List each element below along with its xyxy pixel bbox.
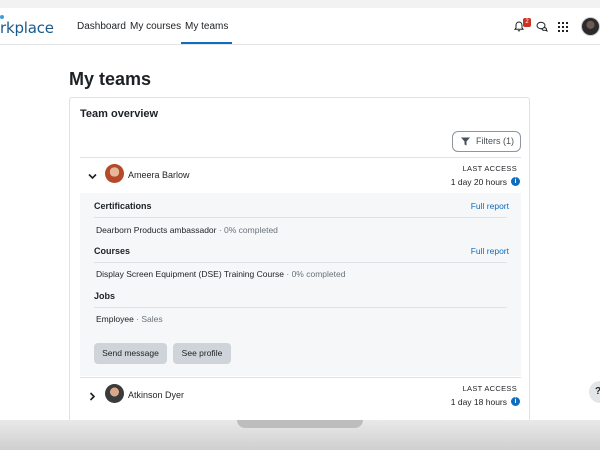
page-title: My teams: [69, 69, 152, 89]
courses-full-report-link[interactable]: Full report: [471, 246, 509, 256]
nav-my-teams[interactable]: My teams: [181, 8, 233, 44]
member-avatar: [105, 384, 124, 403]
divider: [94, 217, 507, 218]
notification-badge: 2: [523, 18, 531, 27]
top-strip: [0, 0, 600, 8]
certifications-full-report-link[interactable]: Full report: [471, 201, 509, 211]
send-message-button[interactable]: Send message: [94, 343, 167, 364]
certification-name: Dearborn Products ambassador: [96, 225, 217, 235]
laptop-notch: [237, 420, 363, 428]
member-avatar: [105, 164, 124, 183]
team-overview-card: Team overview Filters (1) Ameera Barlow …: [69, 97, 530, 420]
team-member-row[interactable]: Ameera Barlow LAST ACCESS 1 day 20 hours…: [80, 157, 521, 193]
info-icon[interactable]: i: [511, 177, 520, 186]
job-org: · Sales: [133, 314, 163, 324]
chat-icon[interactable]: [536, 21, 548, 32]
certifications-title: Certifications: [94, 201, 152, 211]
course-name: Display Screen Equipment (DSE) Training …: [96, 269, 285, 279]
site-logo[interactable]: rkplace: [0, 19, 54, 37]
chevron-right-icon[interactable]: [88, 392, 97, 401]
jobs-title: Jobs: [94, 291, 116, 301]
member-detail-panel: Certifications Full report Dearborn Prod…: [80, 193, 521, 376]
help-button[interactable]: ?: [589, 381, 600, 403]
last-access-label: LAST ACCESS: [462, 384, 517, 393]
navbar: rkplace Dashboard My courses My teams 2: [0, 8, 600, 45]
last-access-label: LAST ACCESS: [462, 164, 517, 173]
member-name[interactable]: Atkinson Dyer: [128, 390, 184, 400]
card-title: Team overview: [80, 108, 159, 120]
member-name[interactable]: Ameera Barlow: [128, 170, 190, 180]
screen: rkplace Dashboard My courses My teams 2 …: [0, 0, 600, 420]
divider: [94, 307, 507, 308]
info-icon[interactable]: i: [511, 397, 520, 406]
course-item: Display Screen Equipment (DSE) Training …: [96, 269, 345, 279]
last-access-value: 1 day 18 hours: [450, 397, 507, 407]
nav-my-courses[interactable]: My courses: [130, 8, 181, 44]
courses-title: Courses: [94, 246, 131, 256]
certification-item: Dearborn Products ambassador · 0% comple…: [96, 225, 278, 235]
filter-icon: [461, 137, 470, 146]
filters-label: Filters (1): [476, 136, 514, 146]
user-avatar[interactable]: [581, 17, 600, 36]
divider: [94, 262, 507, 263]
team-member-row[interactable]: Atkinson Dyer LAST ACCESS 1 day 18 hours…: [80, 377, 521, 413]
nav-dashboard[interactable]: Dashboard: [77, 8, 126, 44]
apps-grid-icon[interactable]: [558, 22, 568, 32]
last-access-value: 1 day 20 hours: [450, 177, 507, 187]
chevron-down-icon[interactable]: [88, 172, 97, 181]
certification-status: · 0% completed: [216, 225, 278, 235]
filters-button[interactable]: Filters (1): [452, 131, 521, 152]
course-status: · 0% completed: [284, 269, 346, 279]
job-name: Employee: [96, 314, 134, 324]
job-item: Employee · Sales: [96, 314, 163, 324]
see-profile-button[interactable]: See profile: [173, 343, 231, 364]
